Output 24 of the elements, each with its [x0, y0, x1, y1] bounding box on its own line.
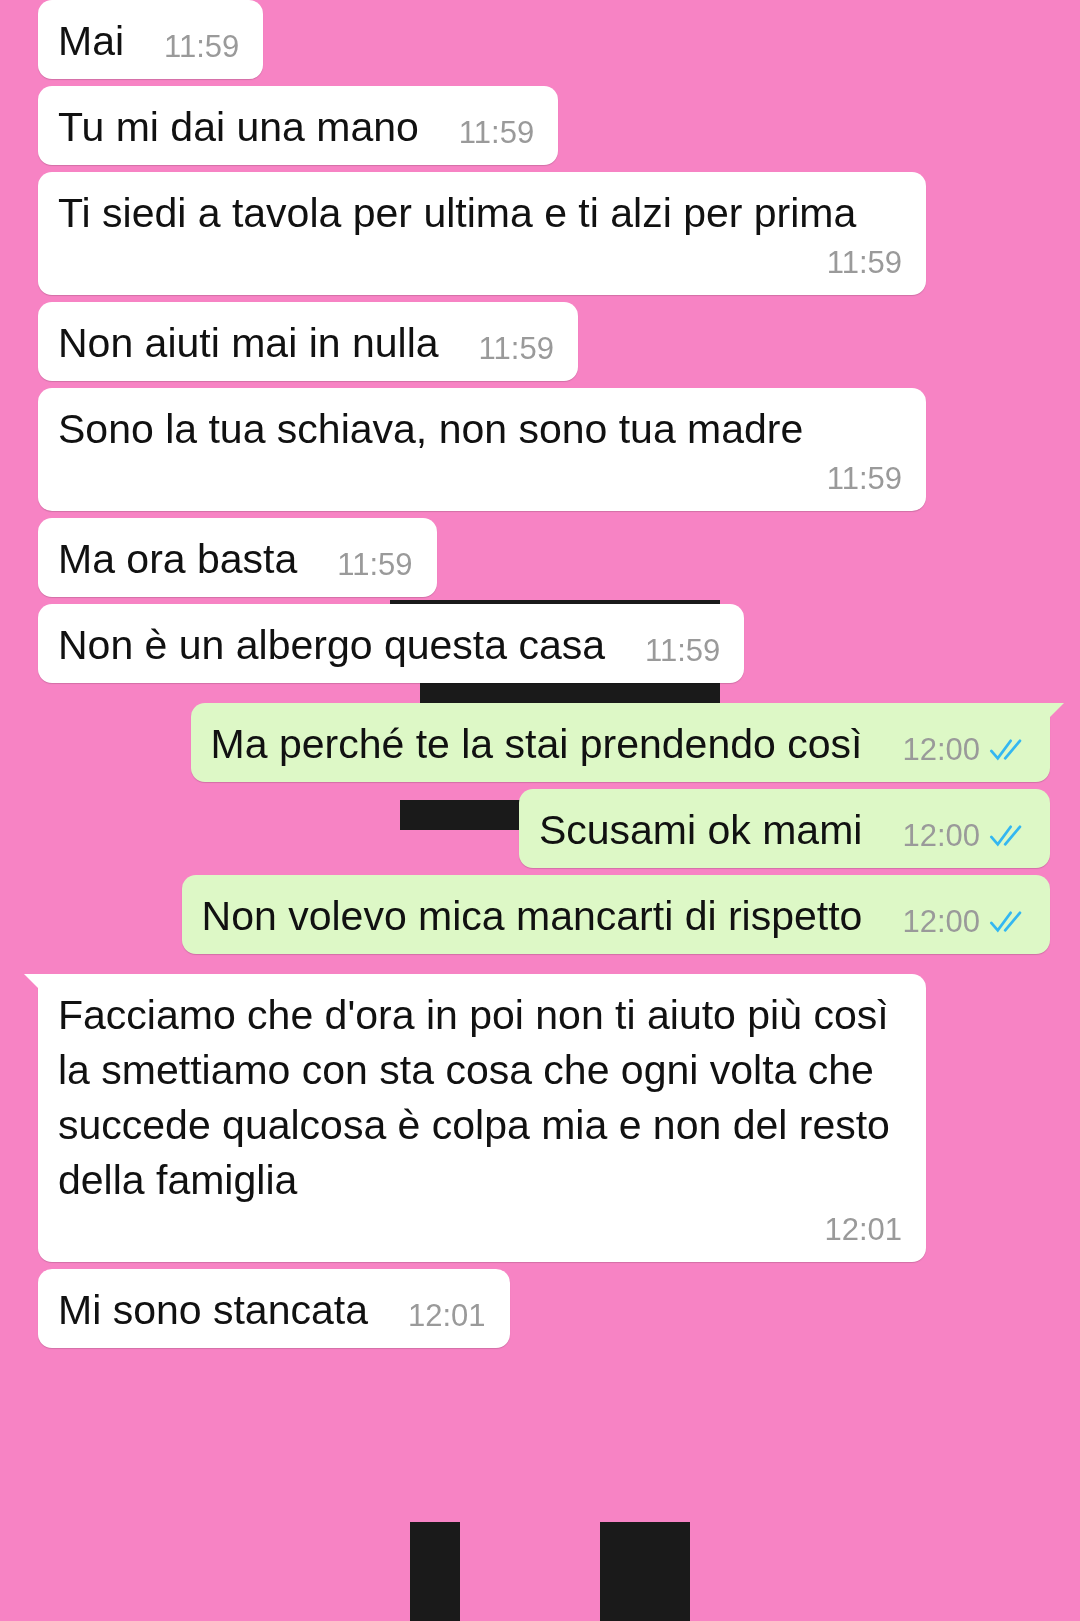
- message-time: 12:01: [824, 1212, 902, 1248]
- message-time: 11:59: [337, 547, 413, 583]
- message-time: 12:00: [902, 818, 980, 854]
- message-text: Ti siedi a tavola per ultima e ti alzi per prima: [58, 189, 857, 238]
- message-time: 11:59: [458, 115, 535, 151]
- message-time: 11:59: [164, 29, 240, 65]
- message-text: Ma ora basta: [58, 535, 298, 584]
- message-text: Facciamo che d'ora in poi non ti aiuto più così la smettiamo con sta cosa che ogni volta che succede qualcosa è colpa mia e non del resto della famiglia: [58, 991, 891, 1205]
- message-time: 11:59: [645, 633, 721, 669]
- message-text: Non volevo mica mancarti di rispetto: [201, 892, 863, 941]
- message-text: Tu mi dai una mano: [58, 103, 419, 152]
- message-text: Mai: [58, 17, 125, 66]
- message-time: 11:59: [478, 331, 554, 367]
- message-text: Sono la tua schiava, non sono tua madre: [58, 405, 804, 454]
- message-text: Non è un albergo questa casa: [58, 621, 606, 670]
- message-text: Ma perché te la stai prendendo così: [210, 720, 863, 769]
- message-time: 12:00: [902, 904, 980, 940]
- message-time: 11:59: [826, 245, 902, 281]
- message-text: Scusami ok mami: [538, 806, 863, 855]
- message-time: 12:01: [407, 1298, 486, 1334]
- message-text: Non aiuti mai in nulla: [58, 319, 439, 368]
- message-text: Mi sono stancata: [58, 1286, 368, 1335]
- message-time: 12:00: [902, 732, 980, 768]
- message-time: 11:59: [826, 461, 902, 497]
